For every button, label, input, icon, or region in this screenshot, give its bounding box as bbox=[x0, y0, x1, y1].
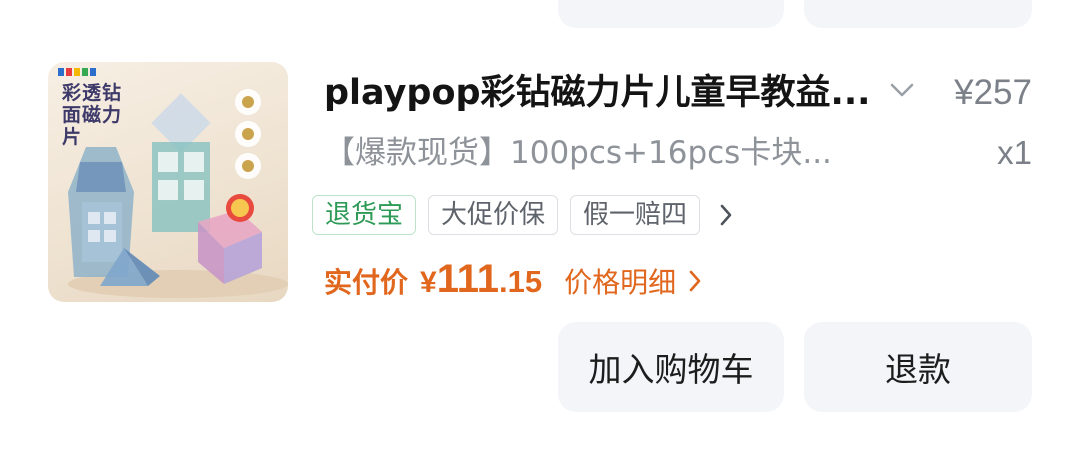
paid-price-integer: 111 bbox=[436, 257, 500, 301]
refund-button[interactable]: 退款 bbox=[804, 322, 1032, 412]
product-image-caption: 彩透钻面磁力片 bbox=[62, 82, 123, 148]
order-item-card: 彩透钻面磁力片 playpop彩钻磁力片儿童早教益... ¥257 【爆款现货】… bbox=[0, 0, 1080, 461]
paid-price-currency: ¥ bbox=[420, 266, 437, 299]
chevron-right-icon[interactable] bbox=[718, 202, 734, 228]
product-quantity: x1 bbox=[997, 134, 1032, 171]
brand-logo bbox=[58, 66, 96, 78]
add-to-cart-button[interactable]: 加入购物车 bbox=[558, 322, 784, 412]
price-detail-label: 价格明细 bbox=[564, 266, 677, 299]
previous-item-button-right[interactable] bbox=[804, 0, 1032, 28]
tag-return-insurance[interactable]: 退货宝 bbox=[312, 195, 417, 235]
tag-price-protection[interactable]: 大促价保 bbox=[428, 195, 559, 235]
price-detail-link[interactable]: 价格明细 bbox=[564, 261, 702, 301]
product-sku: 【爆款现货】100pcs+16pcs卡块... bbox=[324, 135, 832, 171]
product-title[interactable]: playpop彩钻磁力片儿童早教益... bbox=[324, 71, 884, 115]
service-tags[interactable]: 退货宝 大促价保 假一赔四 bbox=[312, 193, 734, 237]
paid-price-row: 实付价 ¥ 111 .15 价格明细 bbox=[324, 257, 702, 307]
chevron-down-icon[interactable] bbox=[889, 80, 915, 100]
paid-price-decimal: .15 bbox=[499, 264, 543, 299]
tag-authenticity-guarantee[interactable]: 假一赔四 bbox=[570, 195, 701, 235]
previous-item-button-left[interactable] bbox=[558, 0, 784, 28]
paid-price-label: 实付价 bbox=[324, 266, 409, 299]
product-price: ¥257 bbox=[954, 73, 1032, 112]
chevron-right-icon bbox=[689, 270, 701, 292]
product-image[interactable]: 彩透钻面磁力片 bbox=[48, 62, 288, 302]
